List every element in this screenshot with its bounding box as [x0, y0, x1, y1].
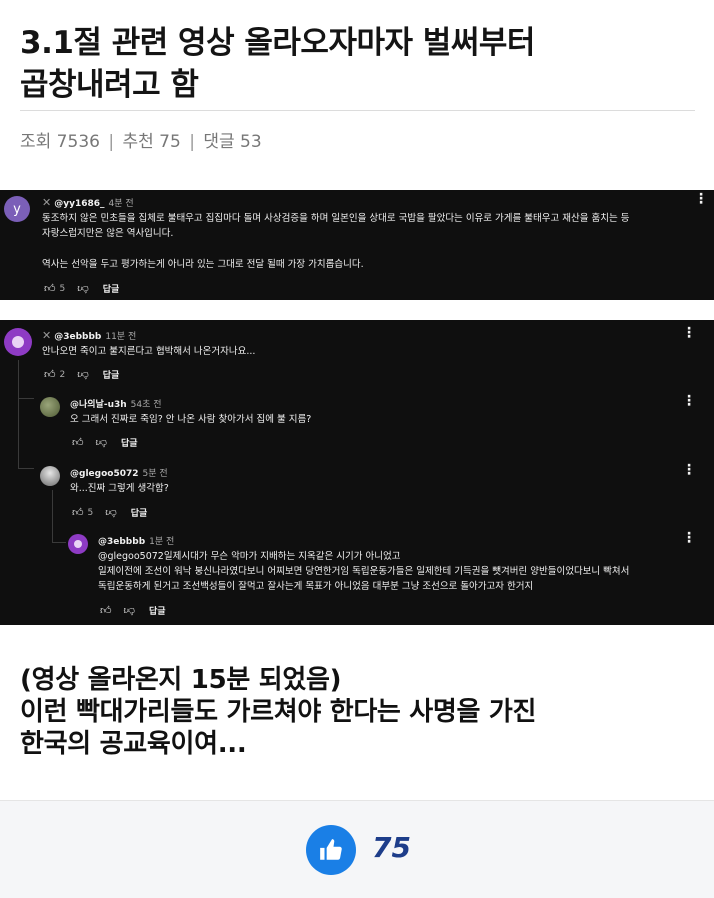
reply-button[interactable]: 답글 [103, 368, 120, 381]
comment-text: 오 그래서 진짜로 죽임? 안 나온 사람 찾아가서 집에 불 지름? [70, 414, 312, 425]
reply-button[interactable]: 답글 [121, 436, 138, 449]
more-vert-icon[interactable]: ⋮ [682, 531, 696, 545]
comment-time[interactable]: 11분 전 [105, 332, 136, 342]
comment-actions: 👍︎ 5 👍︎ 답글 [72, 506, 147, 519]
thumbs-up-icon[interactable]: 👍︎ [72, 436, 84, 449]
more-vert-icon[interactable]: ⋮ [682, 394, 696, 408]
post-title-line-1: 3.1절 관련 영상 올라오자마자 벌써부터 [20, 25, 535, 61]
comment-time[interactable]: 54초 전 [131, 400, 162, 410]
thumbs-up-icon[interactable]: 👍︎ [44, 368, 56, 381]
thumbs-down-icon[interactable]: 👍︎ [96, 436, 108, 449]
comment-actions: 👍︎ 👍︎ 답글 [72, 436, 138, 449]
like-count: 5 [59, 283, 66, 294]
body-line: (영상 올라온지 15분 되었음) [20, 665, 342, 695]
view-count: 조회 7536 [20, 132, 100, 152]
thread-line [18, 360, 19, 398]
comment-header: @3ebbbb 1분 전 [98, 534, 174, 547]
like-button[interactable] [306, 825, 356, 875]
comment-text: 와...진짜 그렇게 생각함? [70, 483, 169, 494]
close-icon[interactable]: ✕ [42, 329, 51, 342]
thread-line [18, 398, 34, 399]
comment-author[interactable]: @3ebbbb [98, 537, 145, 547]
like-count: 5 [87, 507, 94, 518]
comment-count: 댓글 53 [203, 132, 262, 152]
recommend-count: 75 [372, 831, 411, 864]
reply-button[interactable]: 답글 [149, 604, 166, 617]
comment-header: @나의날-u3h 54초 전 [70, 397, 162, 410]
thread-line [18, 468, 34, 469]
thumbs-up-icon[interactable]: 👍︎ [44, 282, 56, 295]
comment-text-line: 동조하지 않은 민초들을 집체로 불태우고 집집마다 돌며 사상검증을 하며 일… [42, 213, 630, 224]
post-meta: 조회 7536 | 추천 75 | 댓글 53 [20, 127, 262, 152]
comment-text-line: 역사는 선악을 두고 평가하는게 아니라 있는 그대로 전달 될때 가장 가치롭… [42, 259, 364, 270]
avatar[interactable] [40, 397, 60, 417]
comment-text-line: @glegoo5072일제시대가 무슨 악마가 지배하는 지옥같은 시기가 아니… [98, 551, 401, 562]
comment-author[interactable]: @yy1686_ [54, 199, 104, 209]
like-button-icon [320, 839, 342, 860]
more-vert-icon[interactable]: ⋮ [682, 326, 696, 340]
recommend-bar: 75 [0, 800, 714, 898]
post-title: 3.1절 관련 영상 올라오자마자 벌써부터 곱창내려고 함 [20, 22, 700, 106]
comment-time[interactable]: 5분 전 [143, 469, 168, 479]
comment-text-line: 독립운동하게 된거고 조선백성들이 잘먹고 잘사는게 목표가 아니었음 대부분 … [98, 581, 534, 592]
avatar[interactable]: y [4, 196, 30, 222]
thumbs-up-icon[interactable]: 👍︎ [100, 604, 112, 617]
comment-time[interactable]: 1분 전 [149, 537, 174, 547]
post-body-text: (영상 올라온지 15분 되었음) 이런 빡대가리들도 가르쳐야 한다는 사명을… [20, 664, 700, 760]
thumbs-down-icon[interactable]: 👍︎ [77, 368, 89, 381]
reply-button[interactable]: 답글 [131, 506, 148, 519]
comment-actions: 👍︎ 5 👍︎ 답글 [44, 282, 119, 295]
comment-time[interactable]: 4분 전 [109, 199, 134, 209]
avatar[interactable] [40, 466, 60, 486]
thumbs-up-icon[interactable]: 👍︎ [72, 506, 84, 519]
body-line: 한국의 공교육이여... [20, 729, 247, 759]
comment-author[interactable]: @3ebbbb [54, 332, 101, 342]
thumbs-down-icon[interactable]: 👍︎ [105, 506, 117, 519]
thread-line [52, 490, 53, 542]
youtube-comment-screenshot-2: ✕ @3ebbbb 11분 전 ⋮ 안나오면 죽이고 불지른다고 협박해서 나온거자… [0, 320, 714, 625]
avatar[interactable] [68, 534, 88, 554]
comment-text: 안나오면 죽이고 불지른다고 협박해서 나온거자나요... [42, 346, 256, 357]
meta-separator: | [108, 132, 115, 152]
thumbs-down-icon[interactable]: 👍︎ [77, 282, 89, 295]
youtube-comment-screenshot-1: y ✕ @yy1686_ 4분 전 ⋮ 동조하지 않은 민초들을 집체로 불태우고 … [0, 190, 714, 300]
avatar[interactable] [4, 328, 32, 356]
like-count: 2 [59, 369, 66, 380]
comment-header: @glegoo5072 5분 전 [70, 466, 168, 479]
meta-separator: | [189, 132, 195, 152]
comment-text-line: 일제이전에 조선이 워낙 붕신나라였다보니 어찌보면 당연한거임 독립운동가들은… [98, 566, 630, 577]
reply-button[interactable]: 답글 [103, 282, 120, 295]
title-divider [20, 110, 695, 111]
comment-header: ✕ @yy1686_ 4분 전 [42, 196, 134, 209]
comment-actions: 👍︎ 2 👍︎ 답글 [44, 368, 119, 381]
comment-header: ✕ @3ebbbb 11분 전 [42, 329, 136, 342]
more-vert-icon[interactable]: ⋮ [682, 463, 696, 477]
thread-line [52, 542, 66, 543]
comment-author[interactable]: @나의날-u3h [70, 400, 127, 410]
comment-author[interactable]: @glegoo5072 [70, 469, 139, 479]
more-vert-icon[interactable]: ⋮ [694, 192, 708, 206]
recommend-count: 추천 75 [122, 132, 181, 152]
thumbs-down-icon[interactable]: 👍︎ [124, 604, 136, 617]
body-line: 이런 빡대가리들도 가르쳐야 한다는 사명을 가진 [20, 697, 537, 727]
comment-text-line: 자랑스럽지만은 않은 역사입니다. [42, 228, 174, 239]
comment-actions: 👍︎ 👍︎ 답글 [100, 604, 166, 617]
thread-line [18, 398, 19, 468]
post-title-line-2: 곱창내려고 함 [20, 67, 199, 103]
close-icon[interactable]: ✕ [42, 196, 51, 209]
